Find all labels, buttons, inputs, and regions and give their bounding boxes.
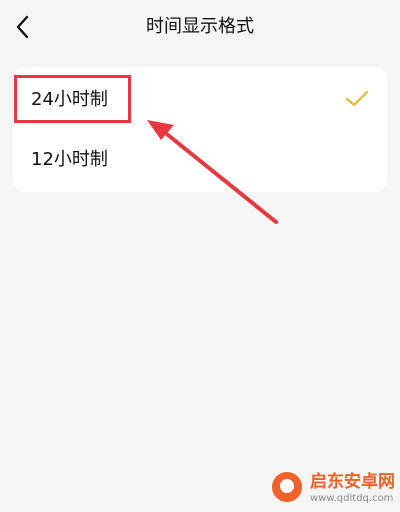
page-title: 时间显示格式 bbox=[146, 16, 254, 37]
format-options-card: 24小时制 12小时制 bbox=[13, 67, 387, 192]
option-12-hour[interactable]: 12小时制 bbox=[13, 131, 387, 191]
watermark-name: 启东安卓网 bbox=[310, 472, 395, 492]
option-24-hour-label: 24小时制 bbox=[31, 89, 108, 110]
checkmark-icon bbox=[345, 90, 369, 107]
watermark-url: www.qdltdq.com bbox=[310, 493, 394, 504]
top-bar: 时间显示格式 bbox=[0, 0, 400, 54]
option-24-hour[interactable]: 24小时制 bbox=[13, 71, 387, 131]
watermark: 启东安卓网 www.qdltdq.com bbox=[270, 468, 400, 508]
option-12-hour-label: 12小时制 bbox=[31, 149, 108, 170]
watermark-logo bbox=[272, 472, 302, 502]
